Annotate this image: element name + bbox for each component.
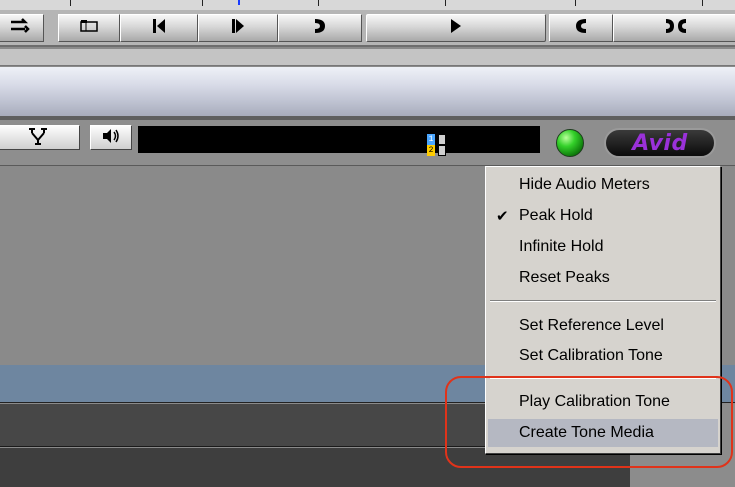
- menu-item-set-calibration-tone[interactable]: Set Calibration Tone: [488, 342, 718, 370]
- menu-item-label: Play Calibration Tone: [519, 393, 670, 410]
- clip-icon: [80, 19, 98, 38]
- menu-separator: [490, 377, 716, 379]
- timeline-strip: [0, 49, 735, 66]
- track-swap-icon: [9, 17, 31, 40]
- meter-list-icon: [497, 133, 519, 158]
- mark-out-button[interactable]: [278, 14, 362, 42]
- menu-item-label: Hide Audio Meters: [519, 176, 650, 193]
- timeline-control-bar: 1 2 Avid: [0, 120, 735, 166]
- speaker-icon: [101, 128, 121, 147]
- audio-monitor-button[interactable]: [90, 125, 132, 150]
- timeline-toolbar-area: [0, 67, 735, 116]
- menu-item-label: Reset Peaks: [519, 269, 610, 286]
- play-button[interactable]: [366, 14, 546, 42]
- menu-item-hide-audio-meters[interactable]: Hide Audio Meters: [488, 171, 718, 199]
- avid-logo: Avid: [604, 128, 716, 158]
- menu-item-reset-peaks[interactable]: Reset Peaks: [488, 264, 718, 292]
- menu-item-peak-hold[interactable]: ✔ Peak Hold: [488, 202, 718, 230]
- menu-item-label: Peak Hold: [519, 207, 593, 224]
- menu-item-infinite-hold[interactable]: Infinite Hold: [488, 233, 718, 261]
- audio-meter-menu: Hide Audio Meters ✔ Peak Hold Infinite H…: [485, 166, 721, 454]
- trim-tool-icon: [27, 127, 49, 148]
- menu-item-set-reference-level[interactable]: Set Reference Level: [488, 312, 718, 340]
- menu-item-label: Set Reference Level: [519, 317, 664, 334]
- menu-item-label: Create Tone Media: [519, 424, 654, 441]
- step-forward-button[interactable]: [198, 14, 278, 42]
- meter-menu-button[interactable]: [497, 130, 519, 154]
- mark-in-icon: [575, 18, 587, 39]
- trim-tool-button[interactable]: [0, 125, 80, 150]
- transport-toolbar: [0, 10, 735, 47]
- mark-in-button[interactable]: [549, 14, 613, 42]
- menu-item-label: Set Calibration Tone: [519, 347, 663, 364]
- menu-item-create-tone-media[interactable]: Create Tone Media: [488, 419, 718, 447]
- menu-item-label: Infinite Hold: [519, 238, 604, 255]
- clip-button[interactable]: [58, 14, 120, 42]
- meter-channel-2: 2: [427, 145, 435, 156]
- step-back-icon: [152, 18, 166, 39]
- timecode-ruler[interactable]: [0, 0, 735, 10]
- menu-item-play-calibration-tone[interactable]: Play Calibration Tone: [488, 388, 718, 416]
- play-icon: [450, 18, 462, 39]
- step-forward-icon: [231, 18, 245, 39]
- menu-separator: [490, 300, 716, 302]
- meter-channels-icon[interactable]: 1 2: [427, 134, 447, 156]
- step-back-button[interactable]: [120, 14, 198, 42]
- status-led-icon: [556, 129, 584, 157]
- track-swap-button[interactable]: [0, 14, 44, 42]
- mark-in-out-icon: [665, 18, 687, 39]
- meter-channel-1: 1: [427, 134, 435, 145]
- mark-in-out-button[interactable]: [613, 14, 735, 42]
- checkmark-icon: ✔: [496, 208, 509, 225]
- audio-meter-display: [138, 126, 540, 153]
- mark-out-icon: [314, 18, 326, 39]
- avid-logo-text: Avid: [632, 130, 688, 156]
